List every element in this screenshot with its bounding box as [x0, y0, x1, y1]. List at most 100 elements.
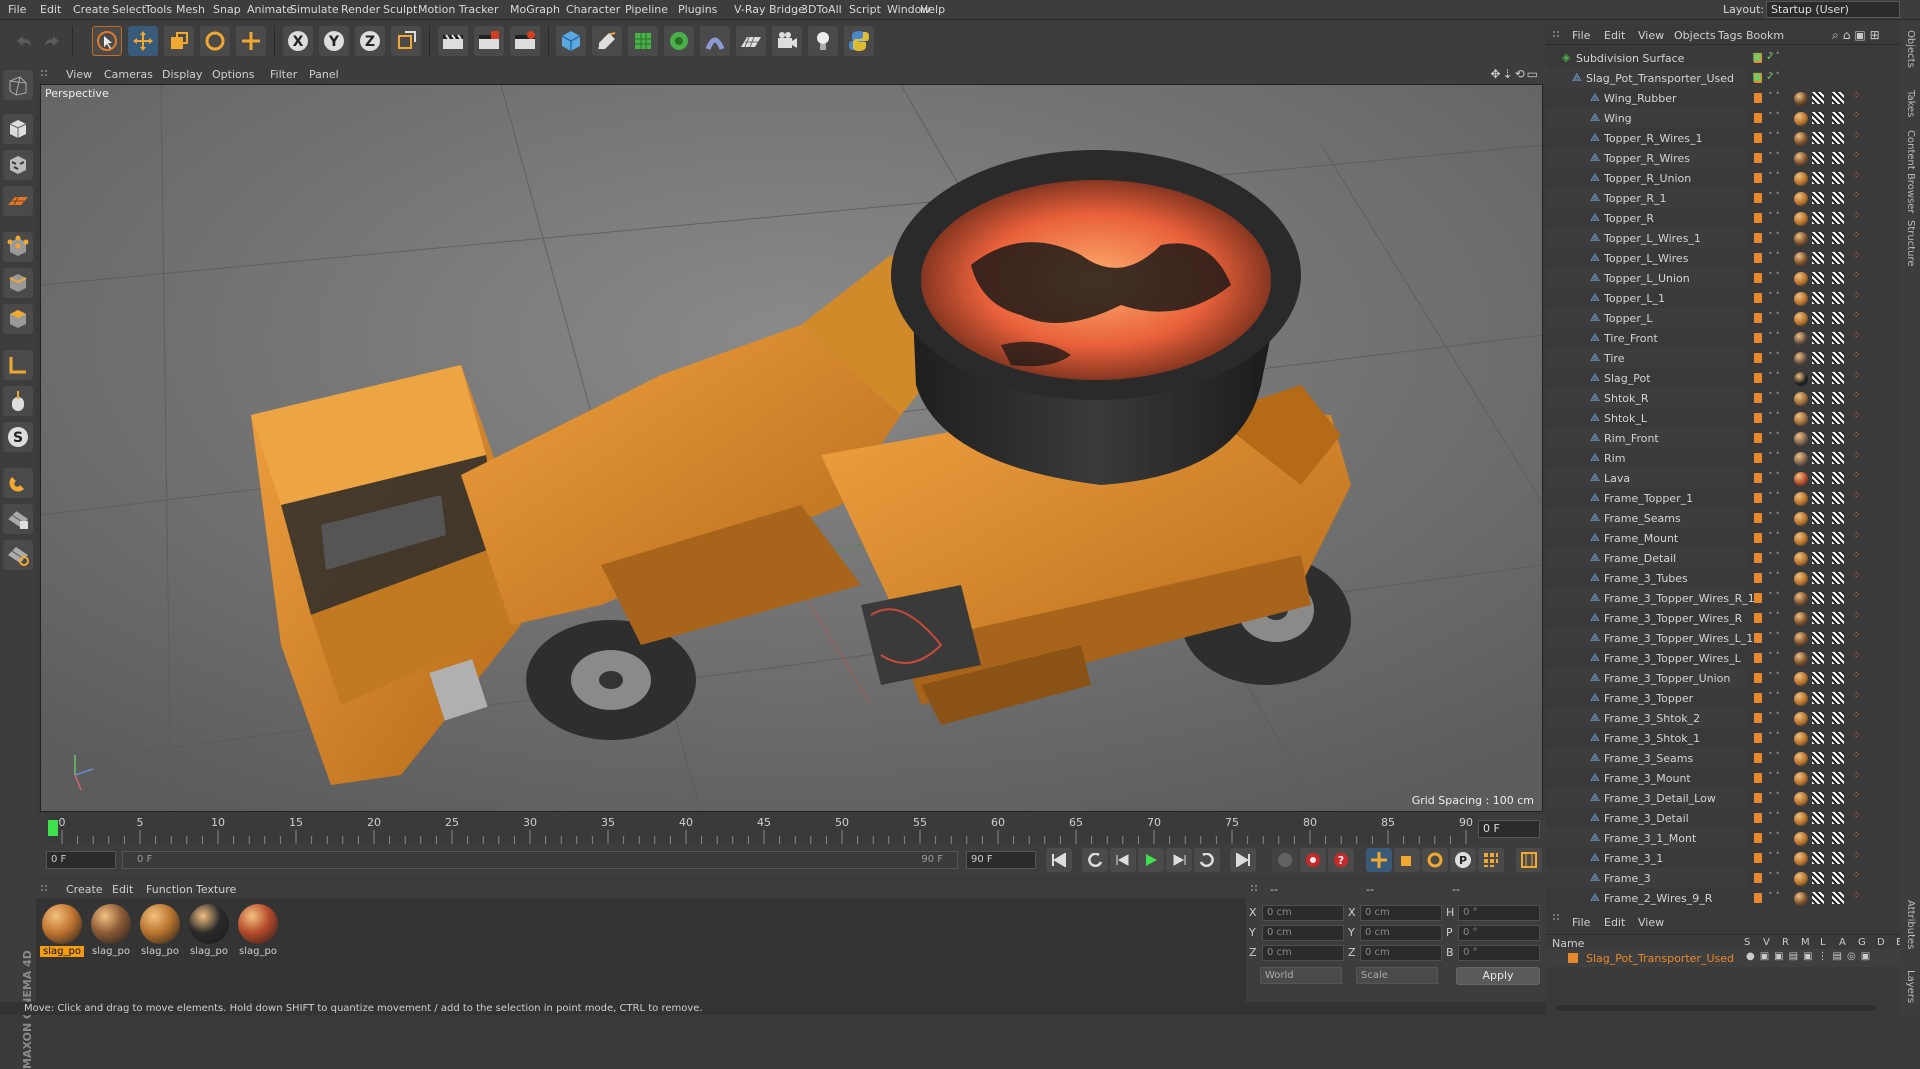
menu-create[interactable]: Create [73, 3, 110, 16]
coordinate-space-select[interactable]: World [1260, 967, 1342, 984]
uvw-tag-icon[interactable] [1812, 752, 1824, 764]
object-name[interactable]: Frame_3_Topper_Wires_L_1 [1604, 632, 1753, 645]
playhead[interactable] [48, 820, 58, 836]
enabled-check-icon[interactable]: ▣ ✓ [1752, 70, 1775, 83]
layer-color-icon[interactable] [1754, 233, 1762, 243]
uvw-tag-icon[interactable] [1812, 152, 1824, 164]
visibility-dots-icon[interactable]: • • [1768, 150, 1780, 158]
object-row[interactable]: ⟁ Topper_R • • ⁘ [1546, 208, 1900, 228]
menu-snap[interactable]: Snap [213, 3, 241, 16]
frame-range-slider[interactable]: 0 F 90 F [122, 851, 958, 869]
texture-tag-icon[interactable] [1794, 372, 1808, 386]
object-row[interactable]: ⟁ Topper_R_Union • • ⁘ [1546, 168, 1900, 188]
uvw-tag-icon[interactable] [1812, 532, 1824, 544]
texture-mode-button[interactable] [3, 150, 33, 180]
object-name[interactable]: Slag_Pot [1604, 372, 1651, 385]
menu-motion-tracker[interactable]: Motion Tracker [418, 3, 498, 16]
texture-tag-icon[interactable] [1794, 872, 1808, 886]
menu-mesh[interactable]: Mesh [176, 3, 205, 16]
texture-tag-icon[interactable] [1794, 492, 1808, 506]
next-key-button[interactable] [1194, 848, 1220, 872]
uvw-tag-icon[interactable] [1812, 272, 1824, 284]
layer-color-icon[interactable] [1754, 453, 1762, 463]
timeline[interactable]: 0 5 10 15 20 25 30 35 40 45 50 55 60 65 70 75 80 85 90 [36, 814, 1546, 844]
uvw-tag-icon[interactable] [1832, 132, 1844, 144]
object-name[interactable]: Frame_3_Seams [1604, 752, 1693, 765]
viewport-nav-icons[interactable]: ✥⇣⟲▭ [1490, 67, 1540, 81]
uvw-tag-icon[interactable] [1812, 312, 1824, 324]
layer-color-icon[interactable] [1754, 653, 1762, 663]
key-position-button[interactable] [1366, 848, 1392, 872]
selection-tag-icon[interactable]: ⁘ [1852, 870, 1860, 881]
object-name[interactable]: Frame_3_Detail [1604, 812, 1689, 825]
key-pla-button[interactable] [1478, 848, 1504, 872]
uvw-tag-icon[interactable] [1812, 432, 1824, 444]
uvw-tag-icon[interactable] [1832, 832, 1844, 844]
material-swatch[interactable]: slag_po [236, 904, 280, 960]
uvw-tag-icon[interactable] [1812, 632, 1824, 644]
z-axis-lock-button[interactable]: Z [355, 26, 385, 56]
visibility-dots-icon[interactable]: • • [1768, 530, 1780, 538]
object-name[interactable]: Frame_3 [1604, 872, 1651, 885]
visibility-dots-icon[interactable]: • • [1768, 490, 1780, 498]
y-axis-lock-button[interactable]: Y [319, 26, 349, 56]
object-name[interactable]: Topper_L_Union [1604, 272, 1690, 285]
texture-tag-icon[interactable] [1794, 792, 1808, 806]
layer-color-icon[interactable] [1754, 153, 1762, 163]
object-name[interactable]: Tire_Front [1604, 332, 1658, 345]
texture-tag-icon[interactable] [1794, 532, 1808, 546]
layer-col-s[interactable]: S [1744, 937, 1750, 948]
menu-animate[interactable]: Animate [247, 3, 293, 16]
object-name[interactable]: Frame_3_Topper_Union [1604, 672, 1730, 685]
uvw-tag-icon[interactable] [1832, 232, 1844, 244]
menu-simulate[interactable]: Simulate [290, 3, 339, 16]
enabled-check-icon[interactable]: ▣ ✓ [1752, 50, 1775, 63]
size-z-field[interactable]: 0 cm [1360, 945, 1442, 961]
selection-tag-icon[interactable]: ⁘ [1852, 210, 1860, 221]
uvw-tag-icon[interactable] [1812, 452, 1824, 464]
uvw-tag-icon[interactable] [1832, 252, 1844, 264]
selection-tag-icon[interactable]: ⁘ [1852, 670, 1860, 681]
selection-tag-icon[interactable]: ⁘ [1852, 610, 1860, 621]
object-name[interactable]: Frame_3_Shtok_1 [1604, 732, 1700, 745]
texture-tag-icon[interactable] [1794, 92, 1808, 106]
play-button[interactable] [1138, 848, 1164, 872]
selection-tag-icon[interactable]: ⁘ [1852, 150, 1860, 161]
uvw-tag-icon[interactable] [1812, 672, 1824, 684]
layer-color-icon[interactable] [1754, 773, 1762, 783]
object-row[interactable]: ⟁ Frame_3_Seams • • ⁘ [1546, 748, 1900, 768]
object-name[interactable]: Tire [1604, 352, 1625, 365]
selection-tag-icon[interactable]: ⁘ [1852, 330, 1860, 341]
selection-tag-icon[interactable]: ⁘ [1852, 570, 1860, 581]
visibility-dots-icon[interactable]: • • [1768, 710, 1780, 718]
selection-tag-icon[interactable]: ⁘ [1852, 350, 1860, 361]
uvw-tag-icon[interactable] [1832, 752, 1844, 764]
layer-color-icon[interactable] [1754, 313, 1762, 323]
uvw-tag-icon[interactable] [1832, 892, 1844, 904]
go-to-end-button[interactable] [1230, 848, 1256, 872]
layer-color-icon[interactable] [1754, 873, 1762, 883]
viewport[interactable]: Perspective Grid Spacing : 100 cm [40, 84, 1543, 812]
menu-select[interactable]: Select [112, 3, 146, 16]
layer-col-v[interactable]: V [1763, 937, 1770, 948]
visibility-dots-icon[interactable]: • • [1768, 310, 1780, 318]
uvw-tag-icon[interactable] [1832, 112, 1844, 124]
viewport-menu-cameras[interactable]: Cameras [104, 68, 153, 81]
texture-tag-icon[interactable] [1794, 812, 1808, 826]
uvw-tag-icon[interactable] [1832, 792, 1844, 804]
visibility-dots-icon[interactable]: • • [1768, 410, 1780, 418]
visibility-dots-icon[interactable]: • • [1768, 350, 1780, 358]
selection-tag-icon[interactable]: ⁘ [1852, 650, 1860, 661]
object-row[interactable]: ⟁ Rim_Front • • ⁘ [1546, 428, 1900, 448]
object-row[interactable]: ⟁ Frame_3_Shtok_1 • • ⁘ [1546, 728, 1900, 748]
cube-object-button[interactable] [556, 26, 586, 56]
polygons-mode-button[interactable] [3, 304, 33, 334]
render-picture-viewer-button[interactable] [474, 26, 504, 56]
menu-render[interactable]: Render [341, 3, 380, 16]
object-name[interactable]: Frame_3_Topper_Wires_R_1 [1604, 592, 1755, 605]
object-row[interactable]: ⟁ Frame_3_1 • • ⁘ [1546, 848, 1900, 868]
visibility-dots-icon[interactable]: • • [1768, 170, 1780, 178]
object-name[interactable]: Topper_L_1 [1604, 292, 1665, 305]
material-menu-function[interactable]: Function [146, 883, 193, 896]
layer-color-icon[interactable] [1754, 513, 1762, 523]
